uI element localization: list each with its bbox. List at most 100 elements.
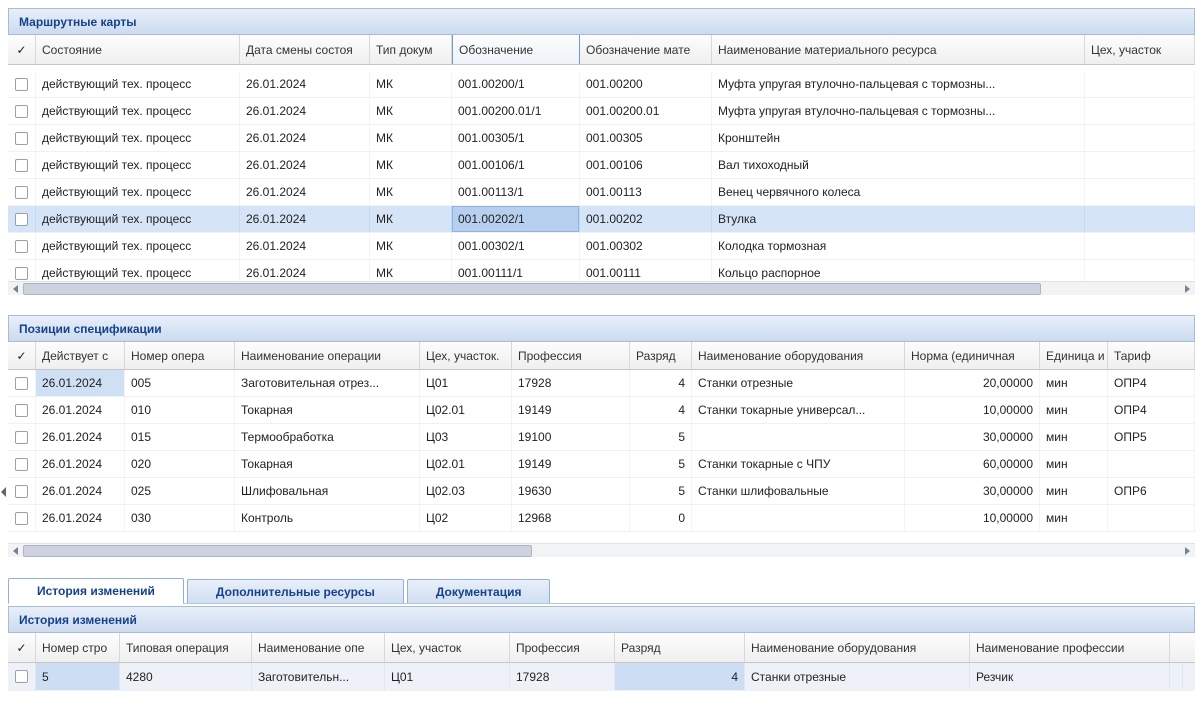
table-cell[interactable]: Муфта упругая втулочно-пальцевая с тормо… bbox=[712, 98, 1085, 124]
table-cell[interactable]: МК bbox=[370, 233, 452, 259]
table-cell[interactable] bbox=[1085, 125, 1195, 151]
table-cell[interactable]: действующий тех. процесс bbox=[36, 98, 240, 124]
table-cell[interactable]: Контроль bbox=[235, 505, 420, 531]
row-checkbox[interactable] bbox=[15, 267, 28, 280]
table-cell[interactable]: 26.01.2024 bbox=[36, 505, 125, 531]
table-cell[interactable]: действующий тех. процесс bbox=[36, 233, 240, 259]
table-cell[interactable]: 015 bbox=[125, 424, 235, 450]
table-cell[interactable]: 26.01.2024 bbox=[36, 370, 125, 396]
route-maps-hscrollbar[interactable] bbox=[8, 281, 1195, 295]
column-header[interactable]: Наименование профессии bbox=[970, 633, 1170, 662]
column-header[interactable]: Тип докум bbox=[370, 35, 452, 64]
table-cell[interactable]: Токарная bbox=[235, 451, 420, 477]
table-cell[interactable]: 001.00202/1 bbox=[452, 206, 580, 232]
table-cell[interactable]: Заготовительн... bbox=[252, 663, 385, 690]
table-cell[interactable]: Ц02.01 bbox=[420, 397, 512, 423]
table-cell[interactable] bbox=[1108, 505, 1195, 531]
scroll-thumb[interactable] bbox=[23, 545, 532, 557]
row-checkbox[interactable] bbox=[15, 132, 28, 145]
table-row[interactable]: 26.01.2024030КонтрольЦ0212968010,00000ми… bbox=[8, 505, 1195, 532]
column-header[interactable]: Цех, участок bbox=[385, 633, 510, 662]
table-cell[interactable]: 001.00200 bbox=[580, 71, 712, 97]
row-checkbox[interactable] bbox=[15, 512, 28, 525]
table-cell[interactable]: 001.00106 bbox=[580, 152, 712, 178]
row-checkbox[interactable] bbox=[15, 213, 28, 226]
column-header[interactable]: Наименование операции bbox=[235, 342, 420, 369]
table-cell[interactable]: 26.01.2024 bbox=[36, 424, 125, 450]
column-header[interactable]: Номер стро bbox=[36, 633, 120, 662]
table-cell[interactable] bbox=[1085, 233, 1195, 259]
table-cell[interactable]: мин bbox=[1040, 397, 1108, 423]
column-header[interactable]: Профессия bbox=[512, 342, 630, 369]
tab-additional-resources[interactable]: Дополнительные ресурсы bbox=[187, 579, 404, 603]
table-cell[interactable]: 17928 bbox=[510, 663, 615, 690]
table-cell[interactable]: Ц02.03 bbox=[420, 478, 512, 504]
table-cell[interactable] bbox=[1085, 260, 1195, 281]
table-cell[interactable]: действующий тех. процесс bbox=[36, 125, 240, 151]
scroll-track[interactable] bbox=[23, 282, 1180, 296]
table-cell[interactable]: мин bbox=[1040, 424, 1108, 450]
row-checkbox[interactable] bbox=[15, 404, 28, 417]
table-cell[interactable]: 26.01.2024 bbox=[240, 98, 370, 124]
table-cell[interactable]: 26.01.2024 bbox=[36, 451, 125, 477]
row-checkbox[interactable] bbox=[15, 105, 28, 118]
table-cell[interactable]: мин bbox=[1040, 451, 1108, 477]
column-header[interactable]: Тариф bbox=[1108, 342, 1195, 369]
table-cell[interactable]: 26.01.2024 bbox=[240, 71, 370, 97]
scroll-left-button[interactable] bbox=[8, 282, 23, 296]
table-cell[interactable]: 001.00302/1 bbox=[452, 233, 580, 259]
select-all-header[interactable]: ✓ bbox=[8, 633, 36, 662]
table-cell[interactable]: МК bbox=[370, 98, 452, 124]
column-header[interactable]: Наименование опе bbox=[252, 633, 385, 662]
table-cell[interactable]: 001.00111 bbox=[580, 260, 712, 281]
table-cell[interactable]: МК bbox=[370, 206, 452, 232]
table-cell[interactable]: МК bbox=[370, 125, 452, 151]
table-cell[interactable]: действующий тех. процесс bbox=[36, 179, 240, 205]
table-cell[interactable]: 5 bbox=[630, 478, 692, 504]
table-cell[interactable]: МК bbox=[370, 152, 452, 178]
table-row[interactable]: действующий тех. процесс26.01.2024МК001.… bbox=[8, 71, 1195, 98]
row-checkbox[interactable] bbox=[15, 186, 28, 199]
row-checkbox[interactable] bbox=[15, 670, 28, 683]
table-cell[interactable]: 20,00000 bbox=[905, 370, 1040, 396]
row-checkbox[interactable] bbox=[15, 458, 28, 471]
table-row[interactable]: действующий тех. процесс26.01.2024МК001.… bbox=[8, 125, 1195, 152]
column-header[interactable]: Обозначение мате bbox=[580, 35, 712, 64]
table-cell[interactable]: 19100 bbox=[512, 424, 630, 450]
column-header[interactable]: Наименование материального ресурса bbox=[712, 35, 1085, 64]
table-cell[interactable]: Станки шлифовальные bbox=[692, 478, 905, 504]
table-cell[interactable]: 001.00200.01 bbox=[580, 98, 712, 124]
table-cell[interactable]: 001.00302 bbox=[580, 233, 712, 259]
table-cell[interactable] bbox=[1085, 98, 1195, 124]
column-header[interactable]: Дата смены состоя bbox=[240, 35, 370, 64]
table-cell[interactable]: действующий тех. процесс bbox=[36, 71, 240, 97]
table-cell[interactable]: 26.01.2024 bbox=[240, 152, 370, 178]
table-cell[interactable]: Кронштейн bbox=[712, 125, 1085, 151]
table-cell[interactable]: Станки токарные универсал... bbox=[692, 397, 905, 423]
table-cell[interactable]: Муфта упругая втулочно-пальцевая с тормо… bbox=[712, 71, 1085, 97]
table-cell[interactable]: Ц03 bbox=[420, 424, 512, 450]
table-cell[interactable]: Вал тихоходный bbox=[712, 152, 1085, 178]
table-cell[interactable]: ОПР4 bbox=[1108, 370, 1195, 396]
table-cell[interactable]: 4 bbox=[630, 370, 692, 396]
table-cell[interactable]: МК bbox=[370, 260, 452, 281]
column-header[interactable]: Номер опера bbox=[125, 342, 235, 369]
select-all-header[interactable]: ✓ bbox=[8, 35, 36, 64]
select-all-header[interactable]: ✓ bbox=[8, 342, 36, 369]
table-cell[interactable]: Ц02 bbox=[420, 505, 512, 531]
row-checkbox[interactable] bbox=[15, 485, 28, 498]
table-row[interactable]: 26.01.2024005Заготовительная отрез...Ц01… bbox=[8, 370, 1195, 397]
tab-documentation[interactable]: Документация bbox=[407, 579, 551, 603]
table-cell[interactable]: действующий тех. процесс bbox=[36, 152, 240, 178]
table-cell[interactable]: 26.01.2024 bbox=[240, 206, 370, 232]
row-checkbox[interactable] bbox=[15, 78, 28, 91]
table-cell[interactable]: 26.01.2024 bbox=[240, 179, 370, 205]
scroll-track[interactable] bbox=[23, 544, 1180, 558]
table-row[interactable]: 54280Заготовительн...Ц01179284Станки отр… bbox=[8, 663, 1195, 691]
table-cell[interactable]: Венец червячного колеса bbox=[712, 179, 1085, 205]
table-cell[interactable]: действующий тех. процесс bbox=[36, 206, 240, 232]
table-cell[interactable]: 001.00202 bbox=[580, 206, 712, 232]
table-cell[interactable]: мин bbox=[1040, 505, 1108, 531]
table-cell[interactable]: Термообработка bbox=[235, 424, 420, 450]
table-cell[interactable]: Заготовительная отрез... bbox=[235, 370, 420, 396]
